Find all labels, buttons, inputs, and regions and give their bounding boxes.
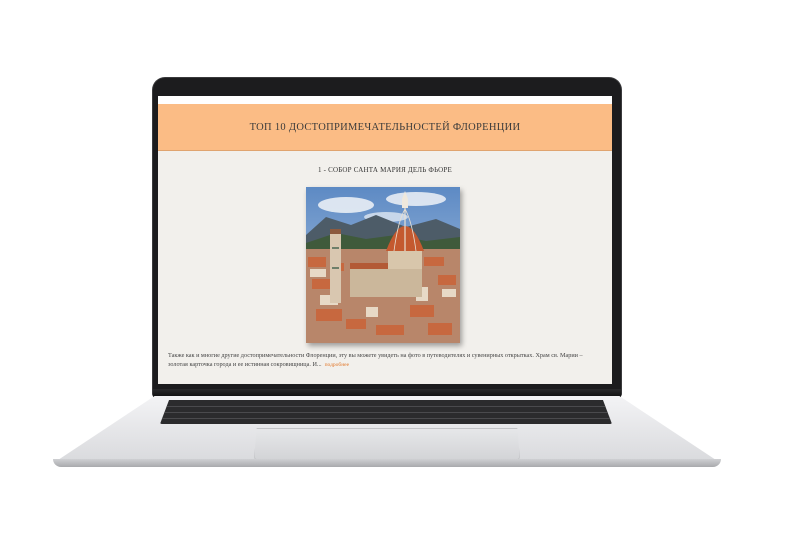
laptop-hinge [153, 389, 621, 397]
excerpt-text: Также как и многие другие достопримечате… [168, 352, 583, 368]
keyboard [160, 400, 612, 424]
key-row [160, 418, 612, 419]
header-banner: ТОП 10 ДОСТОПРИМЕЧАТЕЛЬНОСТЕЙ ФЛОРЕНЦИИ [158, 104, 612, 151]
key-row [160, 412, 612, 413]
read-more-link[interactable]: подробнее [325, 362, 349, 368]
cathedral-photo[interactable] [306, 187, 460, 343]
page-title: ТОП 10 ДОСТОПРИМЕЧАТЕЛЬНОСТЕЙ ФЛОРЕНЦИИ [249, 121, 521, 133]
laptop-screen: ТОП 10 ДОСТОПРИМЕЧАТЕЛЬНОСТЕЙ ФЛОРЕНЦИИ … [158, 96, 612, 384]
article-excerpt: Также как и многие другие достопримечате… [168, 351, 602, 370]
cathedral-image [306, 187, 460, 343]
laptop-mockup: ТОП 10 ДОСТОПРИМЕЧАТЕЛЬНОСТЕЙ ФЛОРЕНЦИИ … [0, 0, 805, 547]
top-strip [158, 96, 612, 104]
section-title: 1 - СОБОР САНТА МАРИЯ ДЕЛЬ ФЬОРЕ [317, 166, 452, 174]
key-row [160, 406, 612, 407]
laptop-base-lip [53, 459, 721, 467]
trackpad [254, 428, 520, 460]
